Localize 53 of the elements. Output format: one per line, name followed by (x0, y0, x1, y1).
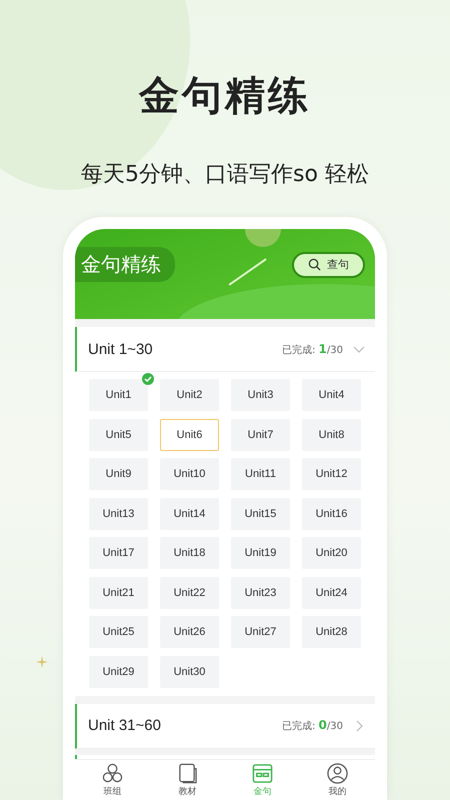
unit-button[interactable]: Unit19 (231, 537, 290, 569)
person-icon (327, 762, 348, 784)
section-header[interactable]: Unit 31~60 已完成: 0/30 (75, 704, 375, 748)
unit-button[interactable]: Unit5 (89, 418, 148, 450)
completed-label: 已完成: (282, 344, 316, 356)
total-count: /30 (326, 344, 343, 356)
total-count: /30 (326, 721, 343, 732)
completed-label: 已完成: (282, 721, 316, 732)
card-icon (252, 762, 273, 784)
book-icon (177, 762, 198, 784)
unit-button[interactable]: Unit4 (302, 379, 361, 411)
unit-button[interactable]: Unit14 (160, 498, 219, 530)
unit-button[interactable]: Unit25 (89, 616, 148, 648)
unit-button[interactable]: Unit27 (231, 616, 290, 648)
unit-button[interactable]: Unit22 (160, 576, 219, 608)
tab[interactable]: 我的 (300, 760, 375, 800)
unit-button[interactable]: Unit23 (231, 576, 290, 608)
unit-button[interactable]: Unit9 (89, 458, 148, 490)
unit-button[interactable]: Unit8 (302, 418, 361, 450)
subtitle: 每天5分钟、口语写作so 轻松 (81, 161, 369, 189)
unit-button[interactable]: Unit15 (231, 498, 290, 530)
section-title: Unit 31~60 (88, 717, 162, 734)
unit-button[interactable]: Unit2 (160, 379, 219, 411)
unit-button[interactable]: Unit24 (302, 576, 361, 608)
unit-button[interactable]: Unit28 (302, 616, 361, 648)
unit-button[interactable]: Unit11 (231, 458, 290, 490)
unit-button[interactable]: Unit17 (89, 537, 148, 569)
tab[interactable]: 班组 (75, 760, 150, 800)
app-title: 金句精练 (75, 247, 175, 282)
unit-button[interactable]: Unit16 (302, 498, 361, 530)
section-header[interactable]: Unit 1~30 已完成: 1/30 (75, 327, 375, 372)
unit-button[interactable]: Unit6 (160, 418, 219, 450)
completed-count: 0 (318, 718, 327, 732)
unit-button[interactable]: Unit26 (160, 616, 219, 648)
section-title: Unit 1~30 (88, 340, 154, 358)
unit-button[interactable]: Unit3 (231, 379, 290, 411)
unit-button[interactable]: Unit7 (231, 418, 290, 450)
unit-button[interactable]: Unit1 (89, 379, 148, 411)
unit-button[interactable]: Unit29 (89, 656, 148, 688)
completed-count: 1 (318, 342, 327, 356)
unit-button[interactable]: Unit30 (160, 656, 219, 688)
headline: 金句精练 (139, 72, 311, 121)
unit-button[interactable]: Unit18 (160, 537, 219, 569)
search-button[interactable]: 查句 (292, 252, 365, 278)
unit-button[interactable]: Unit10 (160, 458, 219, 490)
tab[interactable]: 教材 (150, 760, 225, 800)
circles-icon (102, 762, 123, 784)
unit-button[interactable]: Unit13 (89, 498, 148, 530)
unit-button[interactable]: Unit12 (302, 458, 361, 490)
sparkle-icon (36, 656, 48, 668)
unit-button[interactable]: Unit21 (89, 576, 148, 608)
unit-button[interactable]: Unit20 (302, 537, 361, 569)
search-icon (308, 258, 321, 271)
